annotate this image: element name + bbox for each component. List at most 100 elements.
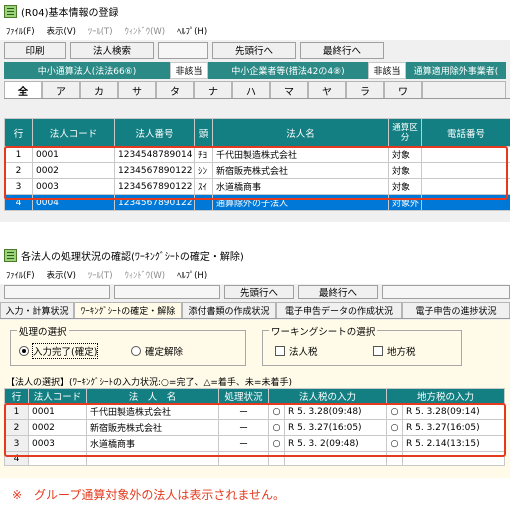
col-header-row: 行 — [4, 118, 33, 147]
radio-release-circle[interactable] — [131, 346, 141, 356]
cell-code: 0002 — [32, 162, 115, 179]
kana-tab-ka[interactable]: カ — [80, 81, 118, 98]
menu-tools[interactable]: ﾂｰﾙ(T) — [88, 269, 113, 281]
kana-tab-a[interactable]: ア — [42, 81, 80, 98]
col-header-tel: 電話番号 — [421, 118, 510, 147]
cell-row: 4 — [4, 451, 29, 466]
blank-button[interactable] — [382, 285, 510, 299]
blank-button[interactable] — [4, 285, 110, 299]
exclusion-label: 通算適用除外事業者( — [406, 62, 506, 79]
menu-window[interactable]: ｳｨﾝﾄﾞｳ(W) — [125, 25, 166, 37]
kana-tab-ha[interactable]: ハ — [232, 81, 270, 98]
corp-search-button[interactable]: 法人検索 — [70, 41, 154, 59]
kana-tab-sa[interactable]: サ — [118, 81, 156, 98]
worksheet-group: ワーキングシートの選択 法人税 地方税 — [262, 324, 462, 366]
menu-help[interactable]: ﾍﾙﾌﾟ(H) — [177, 25, 207, 37]
last-row-button[interactable]: 最終行へ — [300, 41, 384, 59]
cell-tel — [421, 178, 510, 195]
kana-tab-other[interactable] — [422, 81, 506, 98]
col-header-kubun: 通算区分 — [388, 118, 422, 147]
kana-tab-wa[interactable]: ワ — [384, 81, 422, 98]
table-row[interactable]: 1 0001 千代田製造株式会社 ー ○ R 5. 3.28(09:48) ○ … — [4, 403, 506, 420]
cell-local-date — [402, 451, 506, 466]
cell-row: 1 — [4, 403, 29, 420]
cell-head: ｼﾝ — [194, 162, 213, 179]
cell-local-mark: ○ — [386, 435, 404, 452]
cell-code: 0001 — [28, 403, 87, 420]
col-header-name: 法 人 名 — [86, 388, 219, 404]
cell-tel — [421, 194, 510, 211]
first-row-button[interactable]: 先頭行へ — [212, 41, 296, 59]
cell-row: 4 — [4, 194, 33, 211]
last-row-button[interactable]: 最終行へ — [298, 285, 378, 299]
col-header-local-tax: 地方税の入力 — [386, 388, 506, 404]
col-header-name: 法人名 — [212, 118, 389, 147]
menu-window[interactable]: ｳｨﾝﾄﾞｳ(W) — [125, 269, 166, 281]
check-corp-tax[interactable]: 法人税 — [275, 344, 318, 358]
cell-tel — [421, 162, 510, 179]
check-local-tax-box[interactable] — [373, 346, 383, 356]
first-row-button[interactable]: 先頭行へ — [224, 285, 294, 299]
radio-confirm[interactable]: 入力完了(確定) — [19, 343, 99, 359]
table-row[interactable]: 2 0002 1234567890122 ｼﾝ 新宿販売株式会社 対象 — [4, 162, 510, 179]
cell-code: 0001 — [32, 146, 115, 163]
col-header-code: 法人コード — [32, 118, 115, 147]
cell-head: ﾁﾖ — [194, 146, 213, 163]
check-local-tax[interactable]: 地方税 — [373, 344, 416, 358]
cell-kubun: 対象 — [388, 146, 422, 163]
col-header-row: 行 — [4, 388, 29, 404]
cell-name: 千代田製造株式会社 — [86, 403, 219, 420]
radio-release[interactable]: 確定解除 — [131, 344, 183, 358]
selection-caption: 【法人の選択】(ﾜｰｷﾝｸﾞｼｰﾄの入力状況:○=完了、△=着手、未=未着手) — [6, 378, 292, 388]
table-row[interactable]: 4 — [4, 451, 506, 466]
kana-tab-ta[interactable]: タ — [156, 81, 194, 98]
cell-code — [28, 451, 87, 466]
cell-number: 1234548789014 — [114, 146, 195, 163]
tab-worksheet-confirm[interactable]: ﾜｰｷﾝｸﾞｼｰﾄの確定・解除 — [74, 302, 182, 318]
menu-view[interactable]: 表示(V) — [47, 269, 76, 281]
cell-number: 1234567890122 — [114, 178, 195, 195]
menu-file[interactable]: ﾌｧｲﾙ(F) — [6, 25, 35, 37]
cell-kubun: 対象外 — [388, 194, 422, 211]
tab-e-filing-data[interactable]: 電子申告データの作成状況 — [276, 302, 402, 318]
cell-number: 1234567890122 — [114, 194, 195, 211]
table-row[interactable]: 1 0001 1234548789014 ﾁﾖ 千代田製造株式会社 対象 — [4, 146, 510, 163]
kana-tab-na[interactable]: ナ — [194, 81, 232, 98]
tab-attachments[interactable]: 添付書類の作成状況 — [182, 302, 276, 318]
check-corp-tax-box[interactable] — [275, 346, 285, 356]
menu-help[interactable]: ﾍﾙﾌﾟ(H) — [177, 269, 207, 281]
cell-corp-mark: ○ — [268, 403, 285, 420]
menu-view[interactable]: 表示(V) — [47, 25, 76, 37]
menu-tools[interactable]: ﾂｰﾙ(T) — [88, 25, 113, 37]
col-header-code: 法人コード — [28, 388, 87, 404]
radio-confirm-circle[interactable] — [19, 346, 29, 356]
blank-button[interactable] — [158, 41, 208, 59]
cell-status: ー — [218, 419, 269, 436]
tab-e-filing-progress[interactable]: 電子申告の進捗状況 — [402, 302, 510, 318]
kana-tab-ma[interactable]: マ — [270, 81, 308, 98]
cell-row: 3 — [4, 178, 33, 195]
table-row[interactable]: 2 0002 新宿販売株式会社 ー ○ R 5. 3.27(16:05) ○ R… — [4, 419, 506, 436]
kana-tab-all[interactable]: 全 — [4, 81, 42, 98]
kana-tab-ya[interactable]: ヤ — [308, 81, 346, 98]
cell-corp-date — [283, 451, 388, 466]
check-local-tax-label: 地方税 — [387, 347, 416, 358]
print-button[interactable]: 印刷 — [4, 41, 66, 59]
blank-button[interactable] — [114, 285, 220, 299]
cell-number: 1234567890122 — [114, 162, 195, 179]
check-corp-tax-label: 法人税 — [289, 347, 318, 358]
menu-file[interactable]: ﾌｧｲﾙ(F) — [6, 269, 35, 281]
radio-confirm-label: 入力完了(確定) — [31, 343, 99, 359]
cell-head — [194, 194, 213, 211]
menu-bar: ﾌｧｲﾙ(F) 表示(V) ﾂｰﾙ(T) ｳｨﾝﾄﾞｳ(W) ﾍﾙﾌﾟ(H) — [0, 266, 510, 284]
tab-input-status[interactable]: 入力・計算状況 — [0, 302, 74, 318]
col-header-number: 法人番号 — [114, 118, 195, 147]
cell-name: 新宿販売株式会社 — [86, 419, 219, 436]
cell-corp-mark: ○ — [268, 435, 285, 452]
table-row[interactable]: 3 0003 水道橋商事 ー ○ R 5. 3. 2(09:48) ○ R 5.… — [4, 435, 506, 452]
table-row-selected[interactable]: 4 0004 1234567890122 通算除外の子法人 対象外 — [4, 194, 510, 211]
table-row[interactable]: 3 0003 1234567890122 ｽｲ 水道橋商事 対象 — [4, 178, 510, 195]
worksheet-panel: 処理の選択 入力完了(確定) 確定解除 ワーキングシートの選択 法人税 地方税 … — [0, 320, 510, 478]
classification-bar: 中小通算法人(法法66⑥) 非該当 中小企業者等(措法42の4⑧) 非該当 通算… — [4, 62, 510, 79]
kana-tab-ra[interactable]: ラ — [346, 81, 384, 98]
